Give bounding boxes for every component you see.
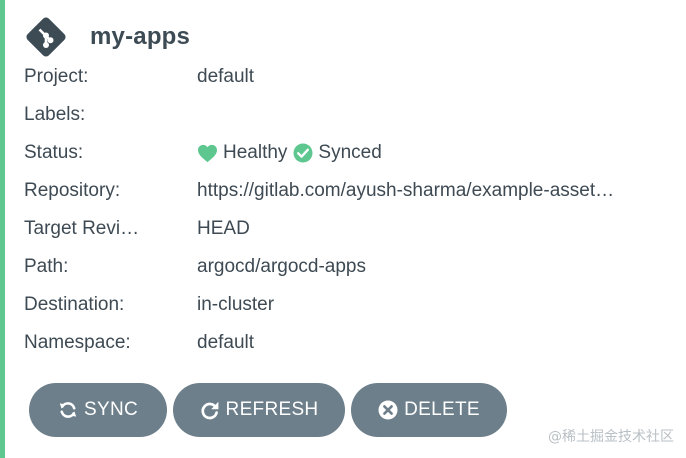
sync-status-label: Synced (318, 142, 382, 163)
card-actions: SYNC REFRESH DELETE (29, 383, 507, 437)
watermark: @稀土掘金技术社区 (548, 429, 674, 445)
field-label: Path: (24, 256, 69, 277)
redo-icon (201, 401, 218, 420)
repository-link[interactable]: https://gitlab.com/ayush-sharma/example-… (197, 180, 674, 202)
health-status: Healthy (197, 142, 287, 164)
times-circle-icon (378, 400, 398, 420)
status-values: Healthy Synced (197, 142, 674, 164)
sync-button[interactable]: SYNC (29, 383, 167, 437)
sync-status: Synced (293, 142, 382, 164)
field-label: Project: (24, 66, 89, 87)
application-card[interactable]: my-apps Project: default Labels: Status:… (0, 0, 686, 458)
field-value: default (197, 332, 255, 353)
field-label: Repository: (24, 180, 121, 201)
field-row-repository: Repository: https://gitlab.com/ayush-sha… (24, 172, 674, 210)
field-value: HEAD (197, 218, 250, 239)
app-details: Project: default Labels: Status: Healthy (24, 58, 674, 362)
sync-icon (59, 402, 77, 418)
health-status-label: Healthy (223, 142, 288, 163)
field-row-target-revision: Target Revi… HEAD (24, 210, 674, 248)
field-row-destination: Destination: in-cluster (24, 286, 674, 324)
app-title[interactable]: my-apps (90, 23, 190, 51)
heart-icon (198, 144, 217, 162)
sync-button-label: SYNC (84, 399, 138, 420)
field-value: argocd/argocd-apps (197, 256, 366, 277)
delete-button-label: DELETE (404, 399, 480, 420)
field-row-path: Path: argocd/argocd-apps (24, 248, 674, 286)
card-header: my-apps (25, 14, 190, 60)
field-label: Target Revi… (24, 218, 140, 239)
field-label: Labels: (24, 104, 86, 125)
field-label: Namespace: (24, 332, 131, 353)
git-icon (26, 17, 66, 57)
delete-button[interactable]: DELETE (351, 383, 507, 437)
field-label: Status: (24, 142, 84, 163)
check-circle-icon (293, 143, 313, 163)
field-value: default (197, 66, 255, 87)
field-row-project: Project: default (24, 58, 674, 96)
field-row-status: Status: Healthy Synced (24, 134, 674, 172)
field-row-namespace: Namespace: default (24, 324, 674, 362)
refresh-button-label: REFRESH (225, 399, 319, 420)
field-label: Destination: (24, 294, 125, 315)
field-value: in-cluster (197, 294, 275, 315)
field-row-labels: Labels: (24, 96, 674, 134)
refresh-button[interactable]: REFRESH (173, 383, 345, 437)
